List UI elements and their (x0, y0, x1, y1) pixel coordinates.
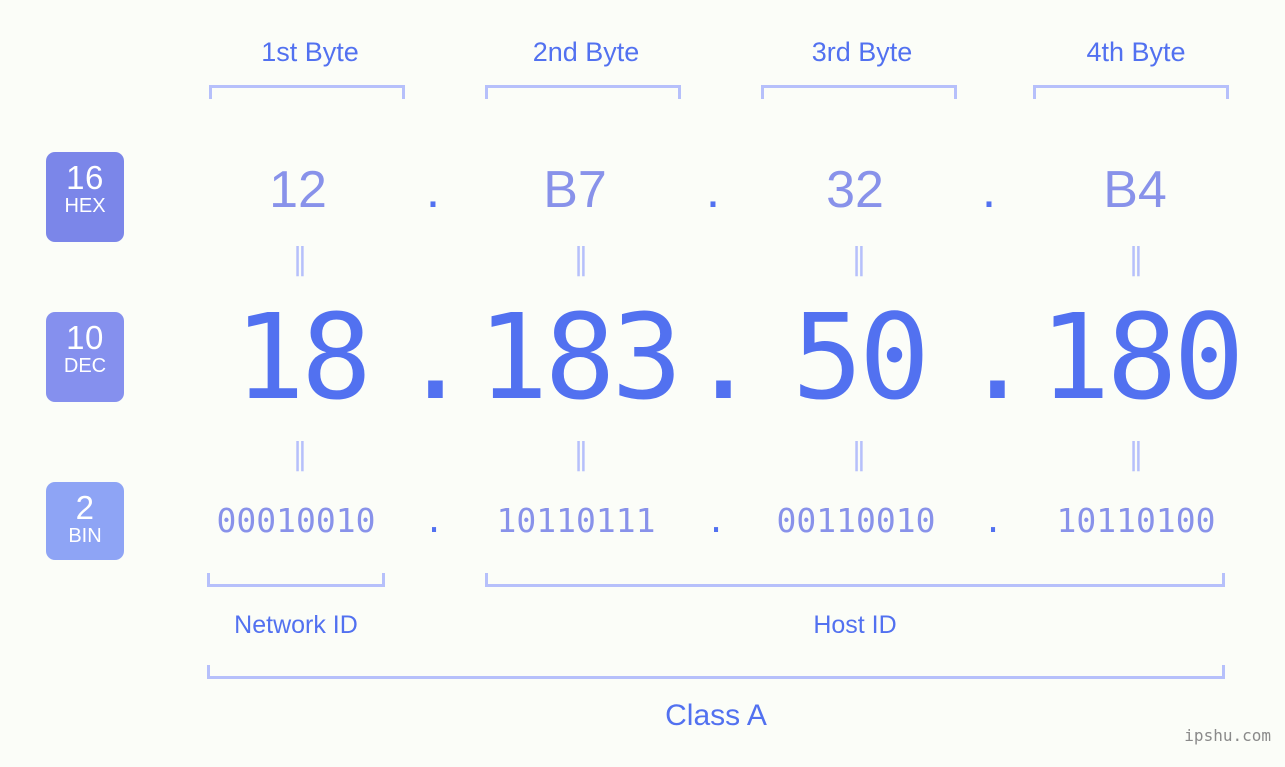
hex-separator-3: . (981, 161, 997, 219)
network-id-label: Network ID (234, 611, 358, 639)
class-label: Class A (665, 699, 767, 732)
hex-byte-2: B7 (543, 161, 607, 219)
dec-byte-4: 180 (1039, 288, 1244, 426)
byte-header-2: 2nd Byte (532, 37, 640, 67)
host-id-bracket (485, 573, 1225, 587)
equality-mark-hex-dec-3: ‖ (851, 242, 867, 277)
base-badge-dec: 10 DEC (46, 312, 124, 402)
equality-mark-dec-bin-4: ‖ (1128, 437, 1144, 472)
base-badge-dec-number: 10 (66, 319, 104, 356)
bin-byte-4: 10110100 (1056, 501, 1216, 540)
equality-mark-hex-dec-1: ‖ (292, 242, 308, 277)
base-badge-hex: 16 HEX (46, 152, 124, 242)
byte-header-3: 3rd Byte (811, 37, 913, 67)
equality-mark-dec-bin-1: ‖ (292, 437, 308, 472)
dec-separator-3: . (962, 288, 1034, 426)
bin-separator-3: . (983, 501, 1003, 540)
base-badge-dec-abbr: DEC (63, 355, 107, 377)
base-badge-bin-abbr: BIN (68, 525, 102, 547)
site-watermark: ipshu.com (1184, 726, 1271, 745)
hex-byte-3: 32 (826, 161, 884, 219)
base-badge-bin: 2 BIN (46, 482, 124, 560)
base-badge-hex-number: 16 (66, 159, 104, 196)
equality-mark-dec-bin-3: ‖ (851, 437, 867, 472)
byte-bracket-1 (209, 85, 405, 99)
base-badge-hex-abbr: HEX (64, 195, 106, 217)
dec-byte-3: 50 (791, 288, 930, 426)
bin-separator-2: . (706, 501, 726, 540)
dec-separator-2: . (688, 288, 760, 426)
hex-separator-1: . (425, 161, 441, 219)
equality-mark-hex-dec-2: ‖ (573, 242, 589, 277)
byte-bracket-3 (761, 85, 957, 99)
base-badge-bin-number: 2 (75, 489, 95, 526)
bin-byte-3: 00110010 (776, 501, 936, 540)
dec-separator-1: . (400, 288, 472, 426)
class-bracket (207, 665, 1225, 679)
hex-byte-4: B4 (1103, 161, 1167, 219)
bin-byte-1: 00010010 (216, 501, 376, 540)
dec-byte-2: 183 (477, 288, 682, 426)
host-id-label: Host ID (813, 611, 897, 639)
bin-separator-1: . (424, 501, 444, 540)
byte-header-1: 1st Byte (261, 37, 359, 67)
bin-byte-2: 10110111 (496, 501, 656, 540)
hex-byte-1: 12 (269, 161, 327, 219)
ip-address-breakdown-diagram: 1st Byte 2nd Byte 3rd Byte 4th Byte 16 H… (0, 0, 1285, 767)
byte-header-4: 4th Byte (1086, 37, 1186, 67)
byte-bracket-4 (1033, 85, 1229, 99)
hex-separator-2: . (705, 161, 721, 219)
network-id-bracket (207, 573, 385, 587)
equality-mark-hex-dec-4: ‖ (1128, 242, 1144, 277)
dec-byte-1: 18 (233, 288, 372, 426)
byte-bracket-2 (485, 85, 681, 99)
equality-mark-dec-bin-2: ‖ (573, 437, 589, 472)
